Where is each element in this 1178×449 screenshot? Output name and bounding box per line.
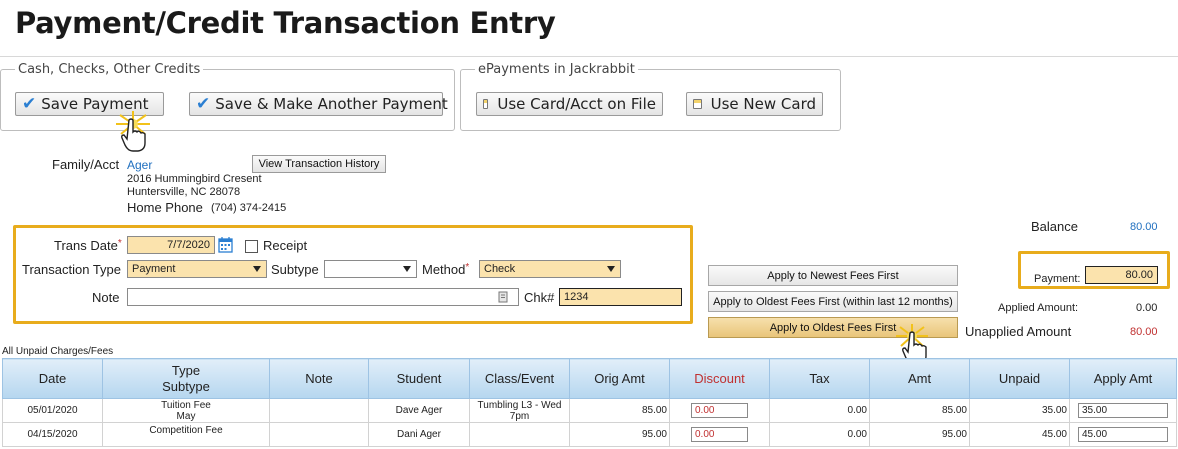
unpaid-charges-caption: All Unpaid Charges/Fees (2, 346, 114, 357)
cell-discount: 0.00 (669, 422, 770, 447)
note-input[interactable] (127, 288, 519, 306)
cell-unpaid: 35.00 (969, 398, 1070, 423)
chk-label: Chk# (524, 290, 555, 305)
cell-note (269, 422, 369, 447)
table-row: 05/01/2020 Tuition Fee May Dave Ager Tumb… (2, 398, 1177, 423)
payment-label: Payment: (1034, 273, 1081, 285)
apply-amount-input[interactable]: 35.00 (1078, 403, 1168, 418)
address-line-2: Huntersville, NC 28078 (127, 186, 241, 198)
column-header-student[interactable]: Student (368, 358, 470, 399)
balance-label: Balance (1031, 219, 1078, 234)
family-acct-label: Family/Acct (52, 157, 120, 172)
column-header-amt[interactable]: Amt (869, 358, 970, 399)
applied-amount-label: Applied Amount: (998, 302, 1079, 314)
cell-student: Dani Ager (368, 422, 470, 447)
checkmark-icon: ✔ (196, 94, 211, 114)
calendar-icon[interactable] (218, 236, 233, 253)
cell-unpaid: 45.00 (969, 422, 1070, 447)
cell-orig-amt: 95.00 (569, 422, 670, 447)
page-title: Payment/Credit Transaction Entry (15, 6, 556, 40)
cell-date: 05/01/2020 (2, 398, 103, 423)
column-header-discount[interactable]: Discount (669, 358, 770, 399)
column-header-tax[interactable]: Tax (769, 358, 870, 399)
trans-date-input[interactable]: 7/7/2020 (127, 236, 215, 254)
cash-checks-legend: Cash, Checks, Other Credits (18, 62, 201, 77)
receipt-label: Receipt (263, 238, 308, 253)
check-number-input[interactable]: 1234 (559, 288, 682, 306)
save-another-payment-button[interactable]: ✔ Save & Make Another Payment (189, 92, 448, 116)
unpaid-charges-table: Date Type Subtype Note Student Class/Even… (2, 358, 1177, 447)
new-card-label: Use New Card (710, 95, 816, 113)
cell-student: Dave Ager (368, 398, 470, 423)
transaction-type-label: Transaction Type (22, 262, 121, 277)
column-header-apply-amt[interactable]: Apply Amt (1069, 358, 1177, 399)
card-on-file-label: Use Card/Acct on File (497, 95, 656, 113)
cell-type-subtype: Competition Fee (102, 422, 270, 447)
epayments-legend: ePayments in Jackrabbit (478, 62, 635, 77)
method-select[interactable]: Check (479, 260, 621, 278)
table-header-row: Date Type Subtype Note Student Class/Even… (2, 358, 1177, 399)
column-header-date[interactable]: Date (2, 358, 103, 399)
transaction-type-select[interactable]: Payment (127, 260, 267, 278)
column-header-unpaid[interactable]: Unpaid (969, 358, 1070, 399)
unapplied-amount-label: Unapplied Amount (965, 324, 1072, 339)
cell-apply-amt: 45.00 (1069, 422, 1177, 447)
home-phone-label: Home Phone (127, 200, 203, 215)
note-attachment-icon[interactable] (498, 291, 508, 303)
address-line-1: 2016 Hummingbird Cresent (127, 173, 262, 185)
cell-tax: 0.00 (769, 422, 870, 447)
apply-oldest-fees-12-months-button[interactable]: Apply to Oldest Fees First (within last … (708, 291, 958, 312)
discount-input[interactable]: 0.00 (691, 427, 748, 442)
receipt-checkbox[interactable] (245, 240, 258, 253)
applied-amount-value: 0.00 (1136, 302, 1158, 314)
cell-discount: 0.00 (669, 398, 770, 423)
use-new-card-button[interactable]: Use New Card (686, 92, 823, 116)
cell-type-subtype: Tuition Fee May (102, 398, 270, 423)
title-divider (0, 56, 1178, 57)
apply-newest-fees-button[interactable]: Apply to Newest Fees First (708, 265, 958, 286)
cell-class (469, 422, 570, 447)
cell-amt: 95.00 (869, 422, 970, 447)
column-header-class[interactable]: Class/Event (469, 358, 570, 399)
family-name-link[interactable]: Ager (127, 158, 152, 172)
cell-note (269, 398, 369, 423)
cell-orig-amt: 85.00 (569, 398, 670, 423)
trans-date-label: Trans Date* (54, 238, 122, 253)
table-row: 04/15/2020 Competition Fee Dani Ager 95.… (2, 422, 1177, 447)
unapplied-amount-value: 80.00 (1130, 326, 1158, 338)
checkmark-icon: ✔ (22, 94, 37, 114)
cell-amt: 85.00 (869, 398, 970, 423)
save-another-label: Save & Make Another Payment (215, 95, 448, 113)
cell-apply-amt: 35.00 (1069, 398, 1177, 423)
note-label: Note (92, 290, 120, 305)
cell-tax: 0.00 (769, 398, 870, 423)
payment-amount-input[interactable]: 80.00 (1085, 266, 1158, 284)
column-header-note[interactable]: Note (269, 358, 369, 399)
balance-value: 80.00 (1130, 221, 1158, 233)
discount-input[interactable]: 0.00 (691, 403, 748, 418)
credit-card-icon (483, 99, 489, 109)
view-transaction-history-button[interactable]: View Transaction History (252, 155, 386, 173)
hand-cursor-icon (121, 118, 146, 152)
cell-date: 04/15/2020 (2, 422, 103, 447)
subtype-select[interactable] (324, 260, 417, 278)
column-header-orig-amt[interactable]: Orig Amt (569, 358, 670, 399)
apply-amount-input[interactable]: 45.00 (1078, 427, 1168, 442)
home-phone-value: (704) 374-2415 (211, 202, 287, 214)
cell-class: Tumbling L3 - Wed 7pm (469, 398, 570, 423)
credit-card-icon (693, 99, 702, 109)
use-card-on-file-button[interactable]: Use Card/Acct on File (476, 92, 663, 116)
column-header-type-subtype[interactable]: Type Subtype (102, 358, 270, 399)
method-label: Method* (422, 262, 470, 277)
subtype-label: Subtype (271, 262, 319, 277)
